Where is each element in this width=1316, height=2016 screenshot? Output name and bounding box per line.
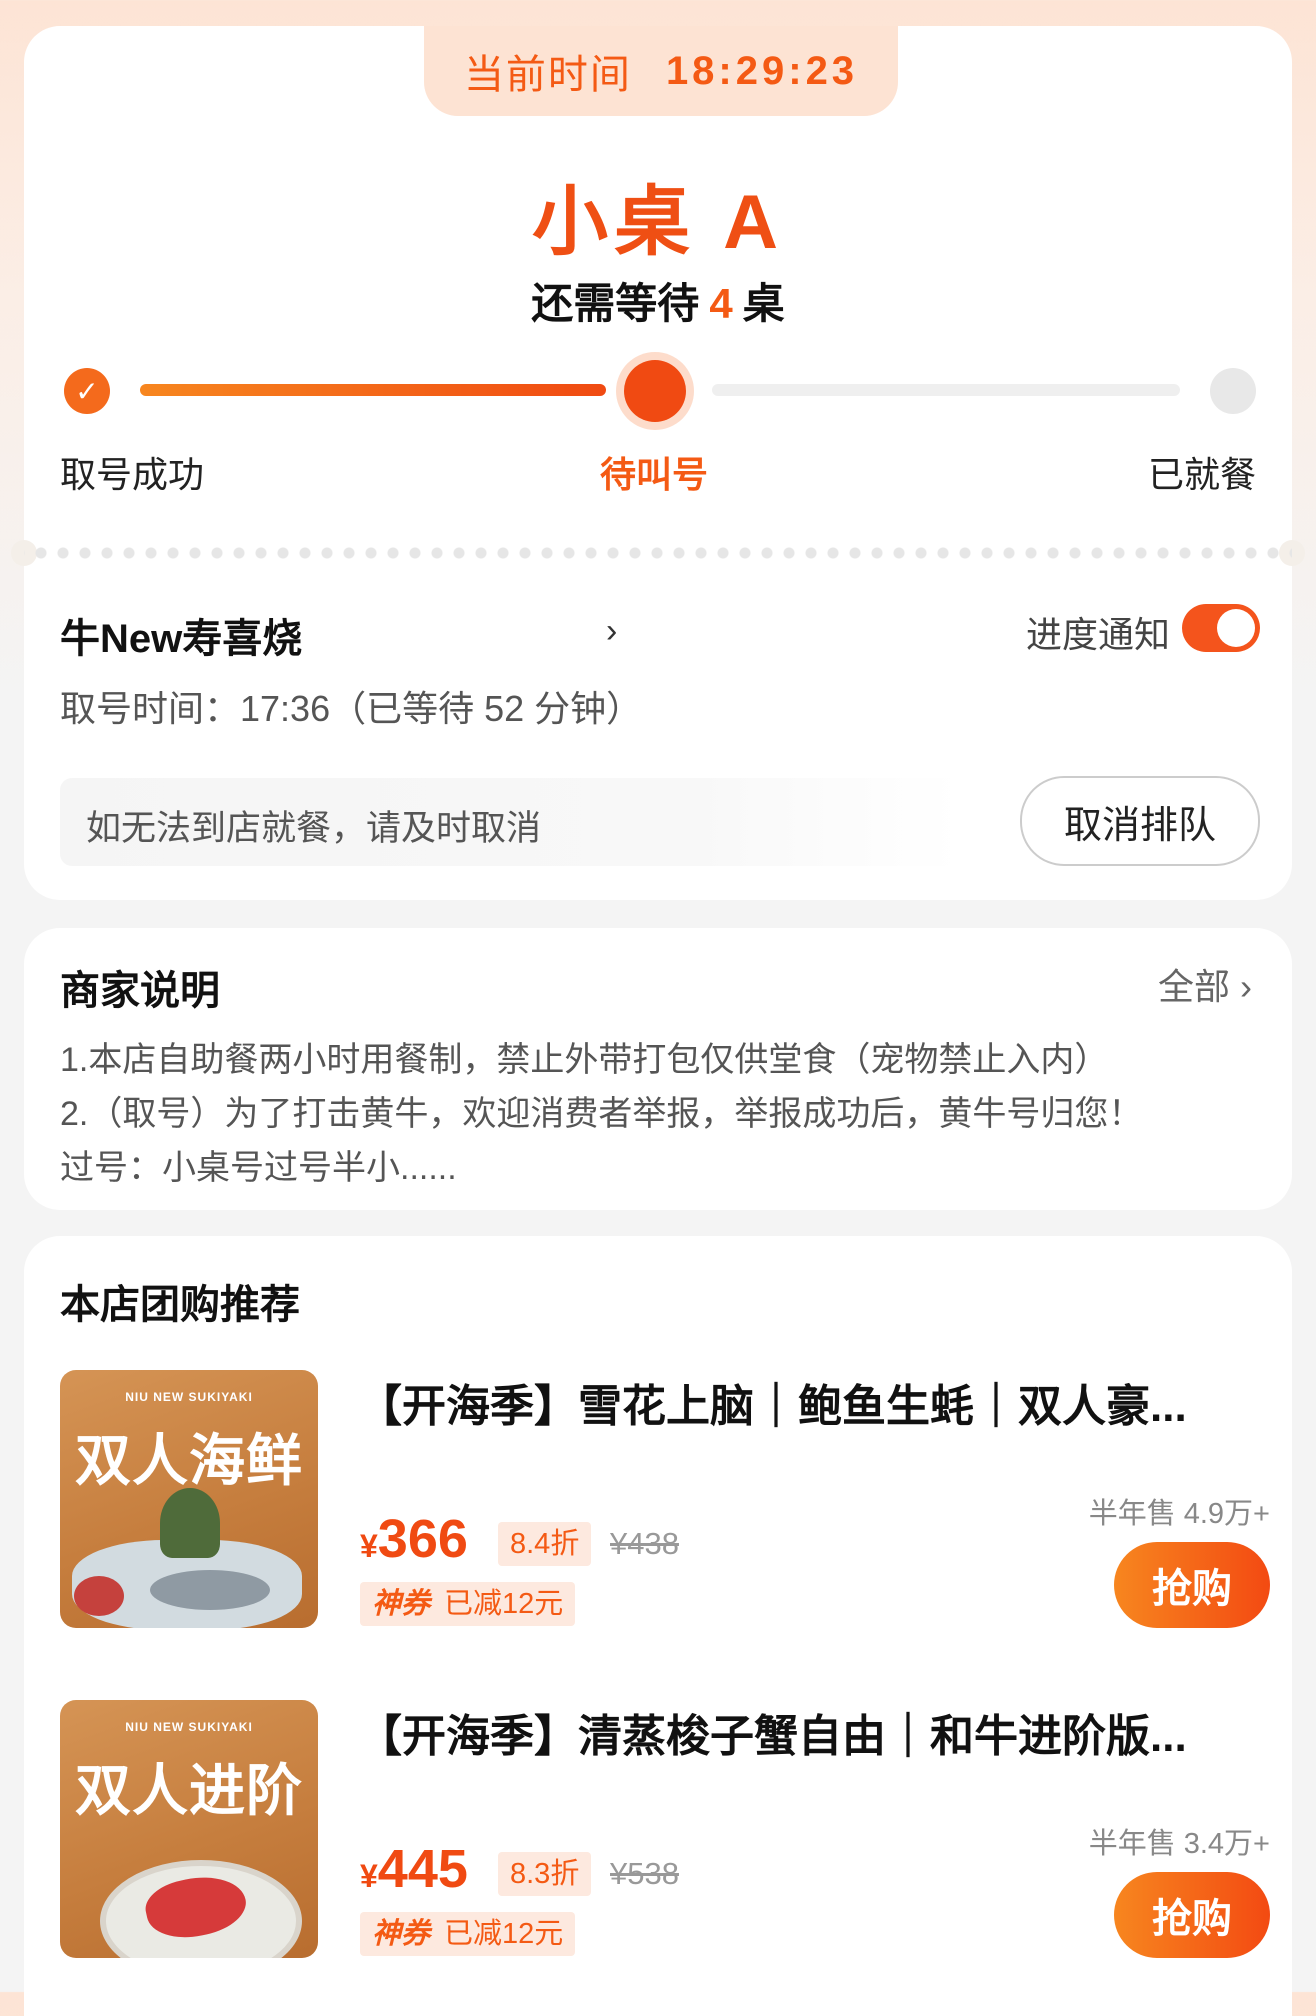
thumb-title: 双人进阶: [75, 1759, 303, 1822]
cancel-queue-button[interactable]: 取消排队: [1020, 776, 1260, 866]
deal-original-price: ¥438: [610, 1526, 679, 1561]
deal-price-amount: 366: [377, 1509, 468, 1569]
deal-coupon-badge: 神券 已减12元: [360, 1582, 576, 1626]
take-number-time: 取号时间：17:36（已等待 52 分钟）: [60, 688, 643, 729]
deal-item[interactable]: NIU NEW SUKIYAKI 双人进阶 【开海季】清蒸梭子蟹自由｜和牛进阶版…: [60, 1700, 1270, 1962]
current-time-banner: 当前时间 18:29:23: [424, 26, 898, 116]
step-label-dined: 已就餐: [1147, 454, 1256, 495]
deal-currency: ¥: [360, 1858, 378, 1894]
notify-label: 进度通知: [1026, 614, 1171, 655]
shop-name-link[interactable]: 牛New寿喜烧: [60, 606, 302, 664]
step-label-taken: 取号成功: [60, 454, 205, 495]
dotted-divider: [24, 546, 1292, 560]
current-time-value: 18:29:23: [665, 48, 859, 93]
deal-currency: ¥: [360, 1528, 378, 1564]
cancel-hint-text: 如无法到店就餐，请及时取消: [86, 809, 542, 848]
coupon-tag: 神券: [372, 1918, 431, 1950]
thumb-brand: NIU NEW SUKIYAKI: [125, 1390, 253, 1404]
queue-card: 当前时间 18:29:23 小桌 A 还需等待 4 桌 ✓ 取号成功 待叫号 已就餐…: [11, 26, 1305, 900]
deal-thumbnail[interactable]: NIU NEW SUKIYAKI 双人海鲜: [60, 1370, 318, 1628]
coupon-tag: 神券: [372, 1588, 431, 1620]
coupon-text: 已减12元: [444, 1588, 564, 1620]
notice-line: 1.本店自助餐两小时用餐制，禁止外带打包仅供堂食（宠物禁止入内）: [60, 1041, 1109, 1079]
deals-title: 本店团购推荐: [60, 1283, 300, 1327]
thumb-brand: NIU NEW SUKIYAKI: [125, 1720, 253, 1734]
deal-title[interactable]: 【开海季】清蒸梭子蟹自由｜和牛进阶版...: [358, 1700, 1278, 1764]
step-done-check-icon: ✓: [64, 368, 110, 414]
step-pending-dot-icon: [1210, 368, 1256, 414]
deal-price: ¥445: [360, 1838, 468, 1900]
merchant-notice-title: 商家说明: [60, 969, 220, 1013]
deal-sold-count: 半年售 4.9万+: [1088, 1498, 1270, 1530]
thumb-garnish: [160, 1488, 220, 1558]
wait-suffix: 桌: [742, 280, 785, 327]
deal-thumbnail[interactable]: NIU NEW SUKIYAKI 双人进阶: [60, 1700, 318, 1958]
deal-coupon-badge: 神券 已减12元: [360, 1912, 576, 1956]
coupon-text: 已减12元: [444, 1918, 564, 1950]
toggle-knob: [1217, 609, 1255, 647]
deal-discount-badge: 8.4折: [498, 1522, 592, 1566]
deals-card: 本店团购推荐 NIU NEW SUKIYAKI 双人海鲜 【开海季】雪花上脑｜鲍…: [24, 1236, 1292, 2016]
view-all-label: 全部: [1157, 966, 1230, 1007]
current-time-label: 当前时间: [463, 53, 632, 97]
buy-button[interactable]: 抢购: [1114, 1872, 1270, 1958]
wait-count: 4: [709, 280, 733, 327]
chevron-right-icon: ›: [1240, 966, 1252, 1007]
wait-status: 还需等待 4 桌: [24, 270, 1292, 331]
queue-number: 小桌 A: [532, 180, 784, 265]
step-label-waiting: 待叫号: [599, 454, 708, 495]
deal-discount-badge: 8.3折: [498, 1852, 592, 1896]
deal-item[interactable]: NIU NEW SUKIYAKI 双人海鲜 【开海季】雪花上脑｜鲍鱼生蚝｜双人豪…: [60, 1370, 1270, 1632]
deal-price-amount: 445: [377, 1839, 468, 1899]
thumb-title: 双人海鲜: [75, 1429, 303, 1492]
cancel-hint-box: 如无法到店就餐，请及时取消: [60, 778, 960, 866]
progress-bar-done: [140, 384, 606, 396]
merchant-notice-card: 商家说明 全部 › 1.本店自助餐两小时用餐制，禁止外带打包仅供堂食（宠物禁止入…: [24, 928, 1292, 1210]
buy-button[interactable]: 抢购: [1114, 1542, 1270, 1628]
wait-prefix: 还需等待: [531, 280, 700, 327]
deal-sold-count: 半年售 3.4万+: [1088, 1828, 1270, 1860]
step-current-dot-icon: [624, 360, 686, 422]
notice-line: 过号：小桌号过号半小......: [60, 1149, 457, 1187]
deal-price: ¥366: [360, 1508, 468, 1570]
notice-line: 2.（取号）为了打击黄牛，欢迎消费者举报，举报成功后，黄牛号归您！: [60, 1095, 1143, 1133]
deal-title[interactable]: 【开海季】雪花上脑｜鲍鱼生蚝｜双人豪...: [358, 1370, 1278, 1434]
deal-original-price: ¥538: [610, 1856, 679, 1891]
view-all-link[interactable]: 全部 ›: [1158, 958, 1252, 1010]
thumb-meat: [74, 1576, 124, 1616]
chevron-right-icon[interactable]: ›: [606, 612, 617, 651]
notify-toggle[interactable]: [1182, 604, 1260, 652]
progress-bar-pending: [712, 384, 1180, 396]
thumb-seafood: [150, 1570, 270, 1610]
